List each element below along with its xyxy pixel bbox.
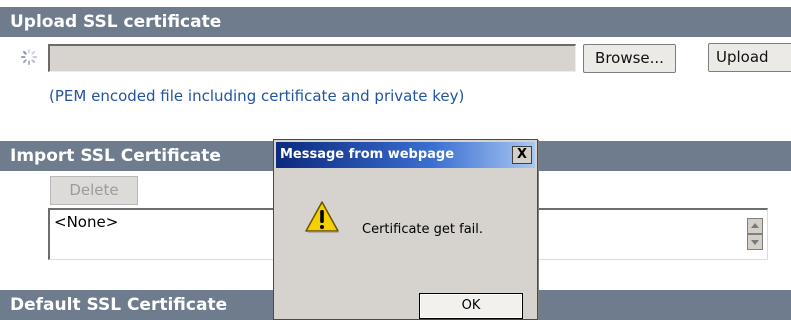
upload-hint-text: (PEM encoded file including certificate … [49,87,465,105]
arrow-up-icon [751,223,759,228]
dialog-title: Message from webpage [280,147,455,162]
warning-icon [305,201,339,233]
dialog-message: Certificate get fail. [362,222,484,237]
delete-button: Delete [50,176,138,205]
upload-button[interactable]: Upload [708,43,791,72]
loading-spinner-icon [21,49,37,65]
browse-button[interactable]: Browse... [583,44,676,73]
certificate-file-input[interactable] [48,44,576,72]
upload-ssl-certificate-header: Upload SSL certificate [0,7,791,37]
arrow-down-icon [751,240,759,245]
message-dialog: Message from webpage X Certificate get f… [273,139,538,320]
scroll-down-button[interactable] [747,234,763,250]
scroll-up-button[interactable] [747,218,763,234]
dialog-close-button[interactable]: X [512,146,532,164]
list-item[interactable]: <None> [54,213,118,231]
ok-button[interactable]: OK [419,293,523,319]
dialog-titlebar[interactable]: Message from webpage X [276,142,535,168]
